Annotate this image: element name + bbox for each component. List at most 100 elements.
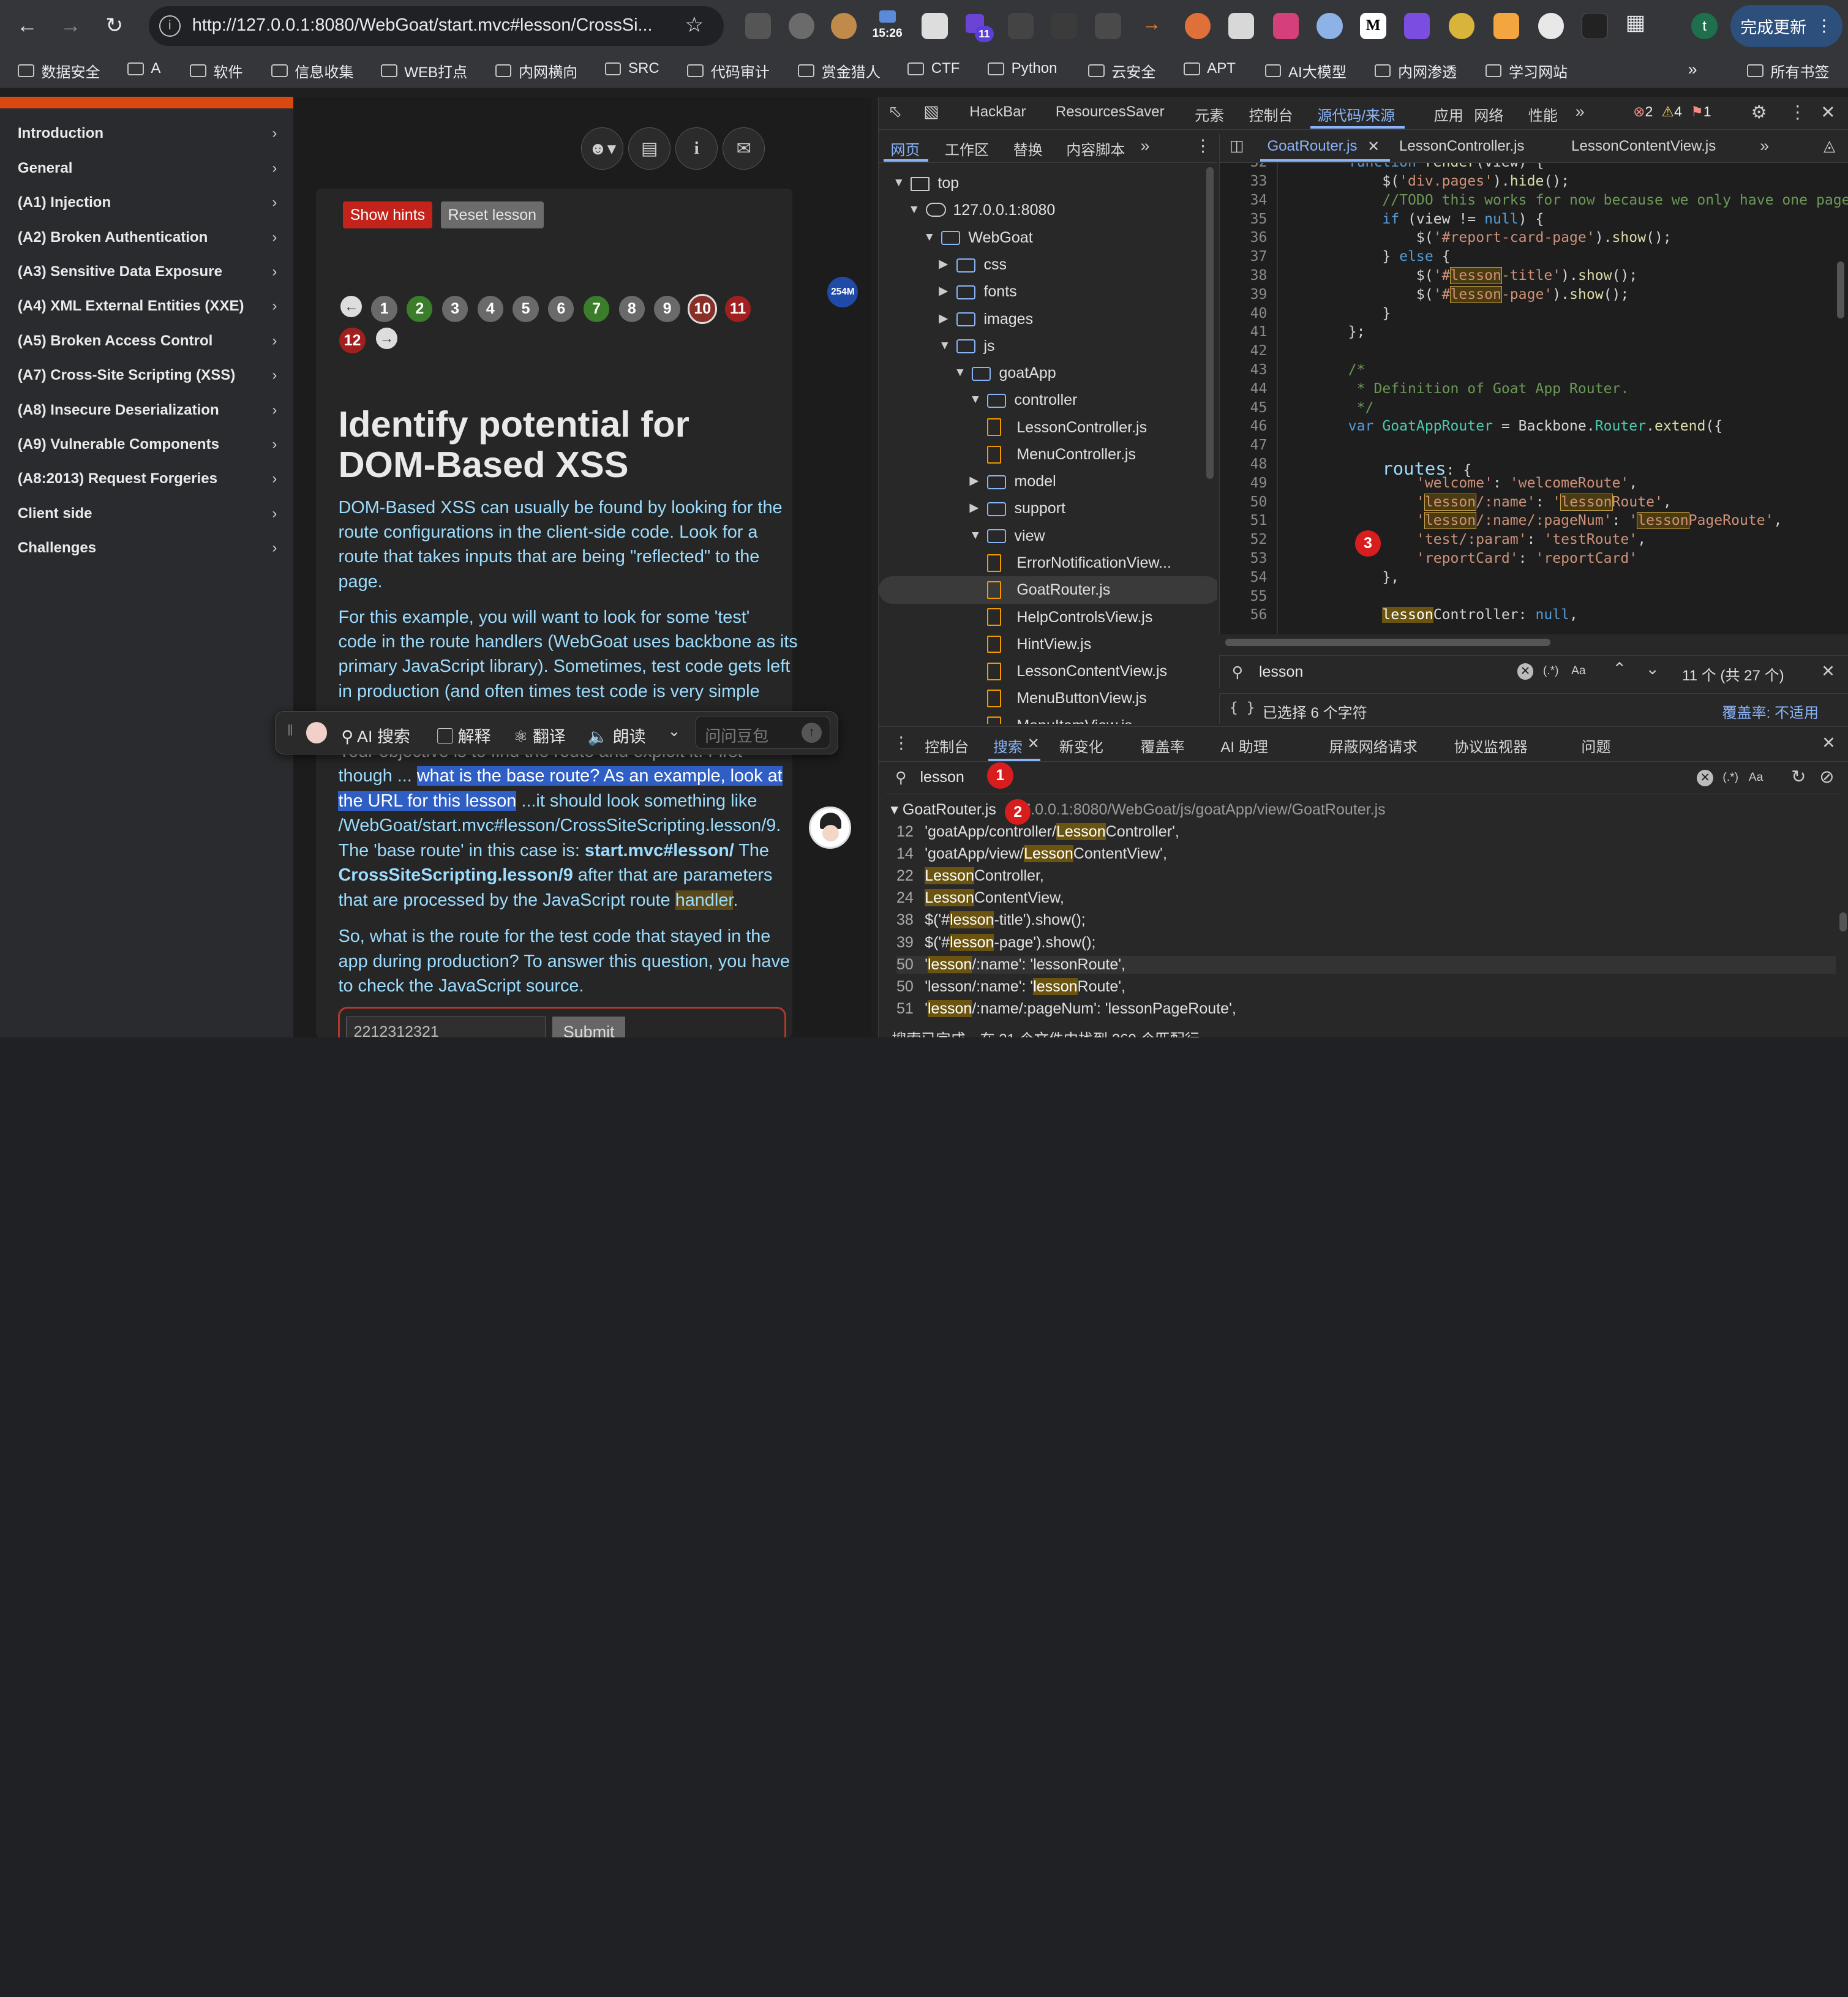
tree-item[interactable]: MenuController.js xyxy=(879,441,1217,468)
tree-item[interactable]: ▼ js xyxy=(879,333,1217,359)
bookmark-folder[interactable]: 代码审计 xyxy=(687,60,770,81)
reload-icon[interactable]: ↻ xyxy=(102,13,127,39)
page-4-button[interactable]: 4 xyxy=(477,296,503,322)
more-vert-icon[interactable]: ⋮ xyxy=(893,734,909,753)
tree-item[interactable]: ▼ 127.0.0.1:8080 xyxy=(879,197,1217,224)
search-result-row[interactable]: 39 $('#lesson-page').show(); xyxy=(896,933,1836,952)
page-9-button[interactable]: 9 xyxy=(654,296,680,322)
clear-icon[interactable]: ✕ xyxy=(1517,663,1534,680)
menu-item[interactable]: (A9) Vulnerable Components › xyxy=(0,427,293,462)
drawer-tab[interactable]: AI 助理 xyxy=(1220,735,1268,756)
devtools-tab[interactable]: 应用 xyxy=(1434,103,1463,125)
profile-avatar[interactable]: t xyxy=(1691,13,1718,39)
search-result-row[interactable]: 24 LessonContentView, xyxy=(896,889,1836,907)
case-toggle[interactable]: Aa xyxy=(1749,771,1763,784)
bookmark-folder[interactable]: 学习网站 xyxy=(1485,60,1568,81)
result-file-header[interactable]: ▾ GoatRouter.js 127.0.0.1:8080/WebGoat/j… xyxy=(890,800,1385,819)
navigator-tab[interactable]: 工作区 xyxy=(945,138,989,159)
site-info-icon[interactable]: i xyxy=(159,15,181,37)
url-text[interactable]: http://127.0.0.1:8080/WebGoat/start.mvc#… xyxy=(192,15,653,36)
search-input[interactable]: lesson xyxy=(920,769,964,786)
close-devtools-icon[interactable]: ✕ xyxy=(1820,102,1835,123)
page-5-button[interactable]: 5 xyxy=(513,296,539,322)
devtools-tab[interactable]: 网络 xyxy=(1474,103,1503,125)
regex-toggle[interactable]: (.*) xyxy=(1722,771,1738,784)
devtools-tab[interactable]: 元素 xyxy=(1195,103,1224,125)
search-result-row[interactable]: 38 $('#lesson-title').show(); xyxy=(896,911,1836,929)
back-icon[interactable]: ← xyxy=(14,13,40,39)
more-tabs-icon[interactable]: » xyxy=(1760,137,1769,156)
device-toggle-icon[interactable]: ▧ xyxy=(923,102,939,121)
reset-lesson-button[interactable]: Reset lesson xyxy=(440,201,544,229)
clock-extension-icon[interactable]: 15:26 xyxy=(870,9,908,42)
medium-extension-icon[interactable]: M xyxy=(1360,13,1386,39)
prev-match-icon[interactable]: ⌃ xyxy=(1612,660,1626,679)
bookmark-folder[interactable]: 内网渗透 xyxy=(1374,60,1457,81)
more-tabs-icon[interactable]: » xyxy=(1140,137,1149,156)
address-bar[interactable]: i http://127.0.0.1:8080/WebGoat/start.mv… xyxy=(148,6,724,47)
results-scrollbar[interactable] xyxy=(1839,912,1847,931)
read-aloud-button[interactable]: 🔈 朗读 xyxy=(588,723,646,747)
issue-counters[interactable]: ⊗2 ⚠4 ⚑1 xyxy=(1633,103,1711,120)
devtools-tab[interactable]: ResourcesSaver xyxy=(1056,103,1165,121)
menu-item[interactable]: Client side › xyxy=(0,497,293,531)
bookmark-folder[interactable]: CTF xyxy=(907,60,960,77)
search-result-row[interactable]: 22 LessonController, xyxy=(896,867,1836,885)
drawer-tab[interactable]: 屏蔽网络请求 xyxy=(1329,735,1417,756)
drawer-tab[interactable]: 搜索 xyxy=(993,735,1023,756)
code-editor[interactable]: 32 function render(view) {33 $('div.page… xyxy=(1219,162,1848,634)
arrow-extension-icon[interactable]: → xyxy=(1139,13,1165,39)
extension-icon[interactable] xyxy=(1448,13,1475,39)
extensions-puzzle-icon[interactable]: ▦ xyxy=(1626,10,1646,35)
page-11-button[interactable]: 11 xyxy=(724,296,751,322)
user-menu-button[interactable]: ☻▾ xyxy=(581,127,624,170)
extension-icon[interactable] xyxy=(1403,13,1430,39)
devtools-tab[interactable]: 性能 xyxy=(1528,103,1558,125)
clear-icon[interactable]: ✕ xyxy=(1697,770,1713,786)
tree-item[interactable]: ▶ model xyxy=(879,468,1217,495)
tree-item[interactable]: ▶ support xyxy=(879,495,1217,522)
tree-item[interactable]: ▶ images xyxy=(879,306,1217,333)
toggle-navigator-icon[interactable]: ◫ xyxy=(1230,137,1244,155)
tree-item[interactable]: ▼ view xyxy=(879,522,1217,549)
extension-icon[interactable] xyxy=(788,13,815,39)
page-6-button[interactable]: 6 xyxy=(548,296,574,322)
send-icon[interactable]: ↑ xyxy=(802,723,822,743)
case-toggle[interactable]: Aa xyxy=(1571,664,1586,678)
tree-item[interactable]: LessonController.js xyxy=(879,414,1217,441)
bookmark-folder[interactable]: 数据安全 xyxy=(17,60,100,81)
clear-results-icon[interactable]: ⊘ xyxy=(1819,766,1834,788)
navigator-tab[interactable]: 内容脚本 xyxy=(1066,138,1125,159)
refresh-icon[interactable]: ↻ xyxy=(1791,766,1806,788)
page-2-button[interactable]: 2 xyxy=(407,296,433,322)
close-drawer-icon[interactable]: ✕ xyxy=(1822,734,1836,753)
tree-item[interactable]: MenuButtonView.js xyxy=(879,685,1217,712)
forward-icon[interactable]: → xyxy=(58,13,83,39)
editor-vscrollbar[interactable] xyxy=(1837,261,1844,318)
tree-item[interactable]: MenuItemView.js xyxy=(879,712,1217,724)
ai-search-button[interactable]: ⚲ AI 搜索 xyxy=(341,723,410,747)
drawer-tab[interactable]: 新变化 xyxy=(1059,735,1103,756)
contact-button[interactable]: ✉ xyxy=(723,127,765,170)
bookmark-folder[interactable]: APT xyxy=(1183,60,1236,77)
tree-item[interactable]: ▶ css xyxy=(879,251,1217,278)
pretty-print-icon[interactable]: { } xyxy=(1230,700,1255,716)
bookmark-folder[interactable]: SRC xyxy=(604,60,659,77)
page-10-button[interactable]: 10 xyxy=(688,294,718,324)
navigator-tab[interactable]: 网页 xyxy=(890,138,920,159)
devtools-tab[interactable]: HackBar xyxy=(969,103,1026,121)
bookmark-star-icon[interactable]: ☆ xyxy=(685,13,704,37)
ask-doubao-input[interactable]: 问问豆包 ↑ xyxy=(694,716,831,750)
submit-button[interactable]: Submit xyxy=(552,1017,626,1037)
search-result-row[interactable]: 50 'lesson/:name': 'lessonRoute', xyxy=(896,955,1836,974)
tree-item[interactable]: HelpControlsView.js xyxy=(879,604,1217,631)
search-result-row[interactable]: 50 'lesson/:name': 'lessonRoute', xyxy=(896,977,1836,996)
file-tab[interactable]: GoatRouter.js xyxy=(1267,138,1357,155)
menu-item[interactable]: (A8:2013) Request Forgeries › xyxy=(0,462,293,496)
bookmark-folder[interactable]: 云安全 xyxy=(1087,60,1155,81)
search-result-row[interactable]: 51 'lesson/:name/:pageNum': 'lessonPageRo… xyxy=(896,1000,1836,1018)
drag-handle-icon[interactable]: ‖ xyxy=(287,722,293,740)
menu-item[interactable]: Challenges › xyxy=(0,531,293,565)
close-tab-icon[interactable]: ✕ xyxy=(1027,735,1040,753)
bookmark-folder[interactable]: A xyxy=(127,60,160,77)
